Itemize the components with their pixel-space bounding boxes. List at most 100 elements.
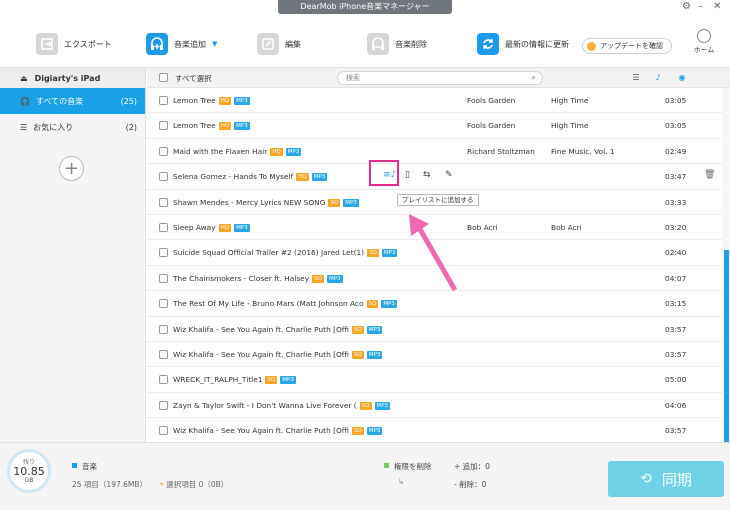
- row-checkbox[interactable]: [159, 349, 168, 359]
- format-badge: MP3: [311, 173, 328, 182]
- list-view-icon[interactable]: ☰: [629, 71, 643, 85]
- delete-music-button[interactable]: 音楽削除: [367, 32, 427, 56]
- row-checkbox[interactable]: [159, 197, 168, 207]
- home-label: ホーム: [693, 46, 715, 54]
- minimize-icon[interactable]: –: [698, 2, 703, 12]
- search-icon[interactable]: ⌕: [532, 72, 536, 84]
- sidebar-item-all-music[interactable]: 🎧 すべての音楽 (25): [0, 88, 145, 114]
- track-title-cell: Zayn & Taylor Swift - I Don't Wanna Live…: [173, 400, 391, 410]
- add-count: + 追加：0: [454, 462, 490, 471]
- row-checkbox[interactable]: [159, 96, 168, 105]
- summary-count: 25 項目（197.6MB）: [72, 480, 148, 489]
- edit-label: 編集: [285, 39, 301, 49]
- sidebar-item-label: お気に入り: [33, 122, 74, 132]
- track-title-cell: Shawn Mendes - Mercy Lyrics NEW SONG SQ MP…: [173, 198, 359, 207]
- track-title-cell: Wiz Khalifa - See You Again ft. Charlie …: [173, 350, 383, 359]
- title-bar: DearMob iPhone音楽マネージャー ⚙ – ✕: [0, 0, 730, 16]
- track-title-cell: The Chainsmokers - Closer ft. Halsey SQ MP…: [173, 274, 343, 283]
- row-checkbox[interactable]: [159, 172, 168, 182]
- add-playlist-button[interactable]: +: [59, 156, 84, 181]
- row-checkbox[interactable]: [159, 375, 168, 385]
- row-checkbox[interactable]: [159, 324, 168, 334]
- table-row[interactable]: Wiz Khalifa - See You Again ft. Charlie …: [147, 342, 722, 368]
- update-icon: [587, 41, 596, 51]
- row-checkbox[interactable]: [159, 426, 168, 436]
- export-button[interactable]: エクスポート: [36, 32, 112, 56]
- track-title-cell: Suicide Squad Official Trailer #2 (2016)…: [173, 248, 398, 258]
- artist-view-icon[interactable]: ♪: [651, 71, 665, 85]
- row-checkbox[interactable]: [159, 248, 168, 258]
- row-checkbox[interactable]: [159, 222, 168, 232]
- track-title-cell: Sleep Away HQ MP3: [173, 223, 250, 232]
- row-checkbox[interactable]: [159, 400, 168, 410]
- track-duration: 05:00: [665, 375, 687, 385]
- album-view-icon[interactable]: ◉: [675, 71, 689, 85]
- sidebar-item-count: (25): [120, 96, 137, 106]
- track-artist: Fools Garden: [467, 121, 516, 131]
- format-badge: MP3: [374, 401, 391, 410]
- sync-button[interactable]: ⟲ 同期: [608, 461, 724, 497]
- track-title-cell: Lemon Tree HQ MP3: [173, 121, 250, 131]
- select-all-checkbox[interactable]: [159, 73, 168, 82]
- eject-icon[interactable]: ⏏: [20, 74, 28, 83]
- table-row[interactable]: Zayn & Taylor Swift - I Don't Wanna Live…: [147, 393, 722, 419]
- sync-label: 同期: [661, 470, 692, 489]
- edit-icon: [257, 33, 279, 55]
- track-album: High Time: [551, 121, 589, 131]
- track-title: Zayn & Taylor Swift - I Don't Wanna Live…: [173, 400, 357, 410]
- track-title: Maid with the Flaxen Hair: [173, 146, 268, 156]
- track-duration: 03:15: [665, 299, 687, 309]
- home-button[interactable]: ホーム: [690, 29, 718, 55]
- table-row[interactable]: WRECK_IT_RALPH_Title1 SQ MP3 05:00: [147, 367, 722, 393]
- table-row[interactable]: Wiz Khalifa - See You Again ft. Charlie …: [147, 317, 722, 342]
- headphones-add-icon: [146, 33, 168, 55]
- device-name: Digiarty's iPad: [34, 73, 101, 83]
- track-title: Suicide Squad Official Trailer #2 (2016)…: [173, 248, 365, 258]
- chevron-down-icon[interactable]: ▼: [212, 40, 217, 48]
- table-row[interactable]: Wiz Khalifa - See You Again ft. Charlie …: [147, 418, 722, 442]
- status-bar: 残り 10.85 GB 音楽 25 項目（197.6MB） • 選択項目 0（0…: [0, 442, 730, 510]
- edit-row-icon[interactable]: ✎: [445, 170, 453, 180]
- track-duration: 03:05: [665, 96, 687, 105]
- track-album: Fine Music, Vol. 1: [551, 146, 615, 156]
- table-row[interactable]: The Rest Of My Life - Bruno Mars (Matt J…: [147, 291, 722, 317]
- sidebar-item-favorites[interactable]: ☰ お気に入り (2): [0, 114, 145, 140]
- export-icon: [36, 33, 58, 55]
- trash-icon[interactable]: 🗑: [704, 170, 715, 180]
- add-music-button[interactable]: 音楽追加 ▼: [146, 32, 217, 56]
- table-row[interactable]: Lemon Tree HQ MP3 Fools Garden High Time 03:0…: [147, 88, 722, 114]
- track-title-cell: Selena Gomez - Hands To Myself HQ MP3: [173, 172, 328, 182]
- track-title-cell: The Rest Of My Life - Bruno Mars (Matt J…: [173, 299, 397, 309]
- transfer-icon[interactable]: ⇆: [423, 170, 431, 180]
- phone-icon[interactable]: ▯: [405, 170, 410, 180]
- close-icon[interactable]: ✕: [713, 2, 721, 12]
- pointer-arrow-icon: [409, 214, 458, 292]
- row-checkbox[interactable]: [159, 299, 168, 309]
- settings-icon[interactable]: ⚙: [682, 2, 691, 12]
- row-checkbox[interactable]: [159, 146, 168, 156]
- scrollbar-thumb[interactable]: [724, 250, 729, 442]
- track-title: Lemon Tree: [173, 96, 216, 105]
- search-input[interactable]: 検索 ⌕: [337, 71, 543, 85]
- track-duration: 03:57: [665, 349, 687, 359]
- device-header[interactable]: ⏏ Digiarty's iPad: [0, 68, 145, 88]
- table-row[interactable]: Selena Gomez - Hands To Myself HQ MP3 03:47…: [147, 164, 722, 190]
- format-badge: MP3: [381, 300, 397, 309]
- table-row[interactable]: Lemon Tree HQ MP3 Fools Garden High Time 03:0…: [147, 113, 722, 139]
- row-checkbox[interactable]: [159, 273, 168, 283]
- delete-music-label: 音楽削除: [395, 39, 427, 49]
- sync-icon: ⟲: [640, 471, 652, 487]
- check-update-button[interactable]: アップデートを確認: [582, 38, 672, 54]
- table-row[interactable]: Maid with the Flaxen Hair HQ MP3 Richard St…: [147, 139, 722, 165]
- track-duration: 04:07: [665, 273, 687, 283]
- format-badge: MP3: [234, 122, 250, 131]
- selected-count: 選択項目 0（0B）: [166, 480, 229, 489]
- row-checkbox[interactable]: [159, 121, 168, 131]
- add-to-playlist-tooltip: プレイリストに追加する: [397, 194, 479, 206]
- format-badge: MP3: [366, 325, 383, 334]
- track-album: Bob Acri: [551, 222, 582, 232]
- refresh-button[interactable]: 最新の情報に更新: [477, 32, 569, 56]
- quality-badge: HQ: [218, 97, 232, 105]
- edit-button[interactable]: 編集: [257, 32, 301, 56]
- quality-badge: HQ: [296, 173, 309, 182]
